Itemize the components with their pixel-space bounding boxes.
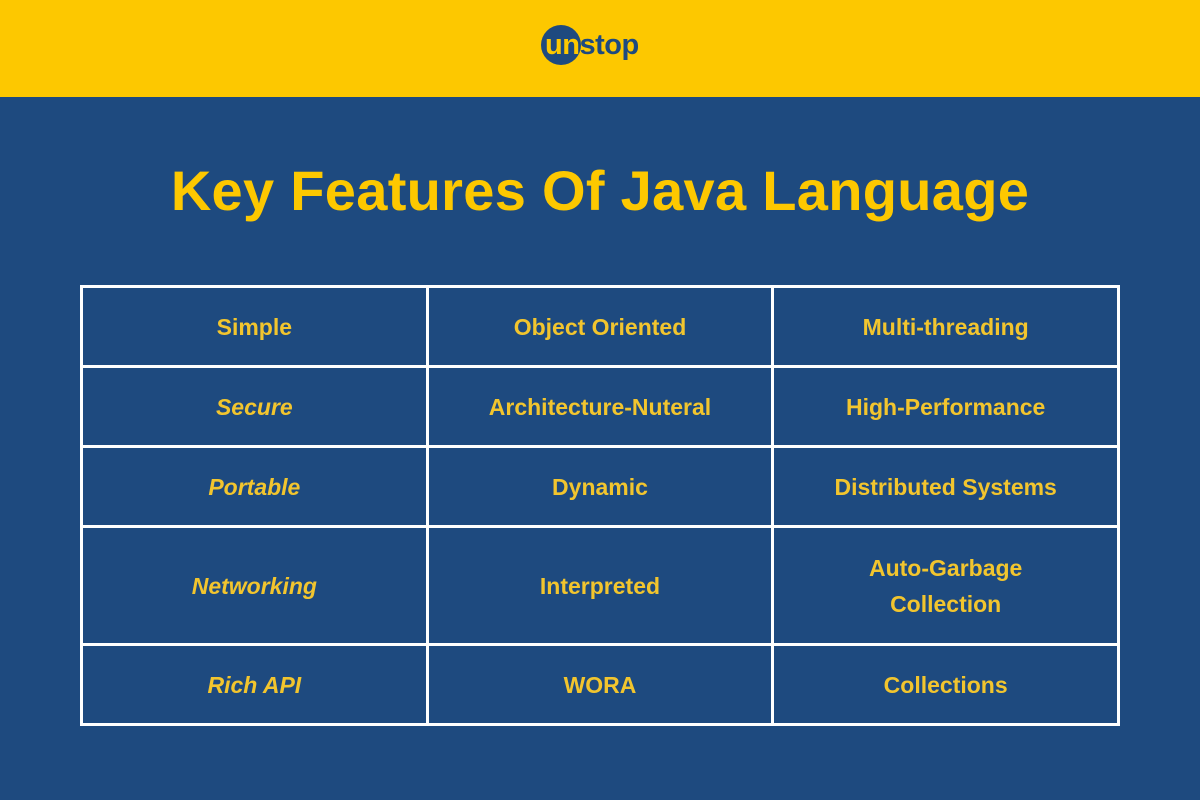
table-cell: Distributed Systems [771, 445, 1120, 528]
unstop-logo[interactable]: unstop [541, 25, 639, 65]
table-cell: Secure [80, 365, 429, 448]
table-cell: Auto-Garbage Collection [771, 525, 1120, 646]
page-title: Key Features Of Java Language [170, 159, 1030, 222]
table-cell: Networking [80, 525, 429, 646]
table-row: Portable Dynamic Distributed Systems [80, 445, 1120, 528]
table-cell: Simple [80, 285, 429, 368]
table-cell: Interpreted [425, 525, 775, 646]
table-cell: Object Oriented [425, 285, 775, 368]
features-table: Simple Object Oriented Multi-threading S… [80, 285, 1120, 726]
table-cell: Architecture-Nuteral [425, 365, 775, 448]
table-cell: Collections [771, 643, 1120, 726]
logo-suffix: stop [579, 29, 639, 61]
table-row: Secure Architecture-Nuteral High-Perform… [80, 365, 1120, 448]
table-row: Simple Object Oriented Multi-threading [80, 285, 1120, 368]
table-cell: Portable [80, 445, 429, 528]
table-row: Networking Interpreted Auto-Garbage Coll… [80, 525, 1120, 646]
table-cell: WORA [425, 643, 775, 726]
table-cell: Rich API [80, 643, 429, 726]
logo-prefix: un [545, 29, 580, 61]
header-banner: unstop [0, 0, 1200, 97]
table-cell: Multi-threading [771, 285, 1120, 368]
table-cell: High-Performance [771, 365, 1120, 448]
logo-text: unstop [541, 25, 639, 65]
table-row: Rich API WORA Collections [80, 643, 1120, 726]
table-cell: Dynamic [425, 445, 775, 528]
